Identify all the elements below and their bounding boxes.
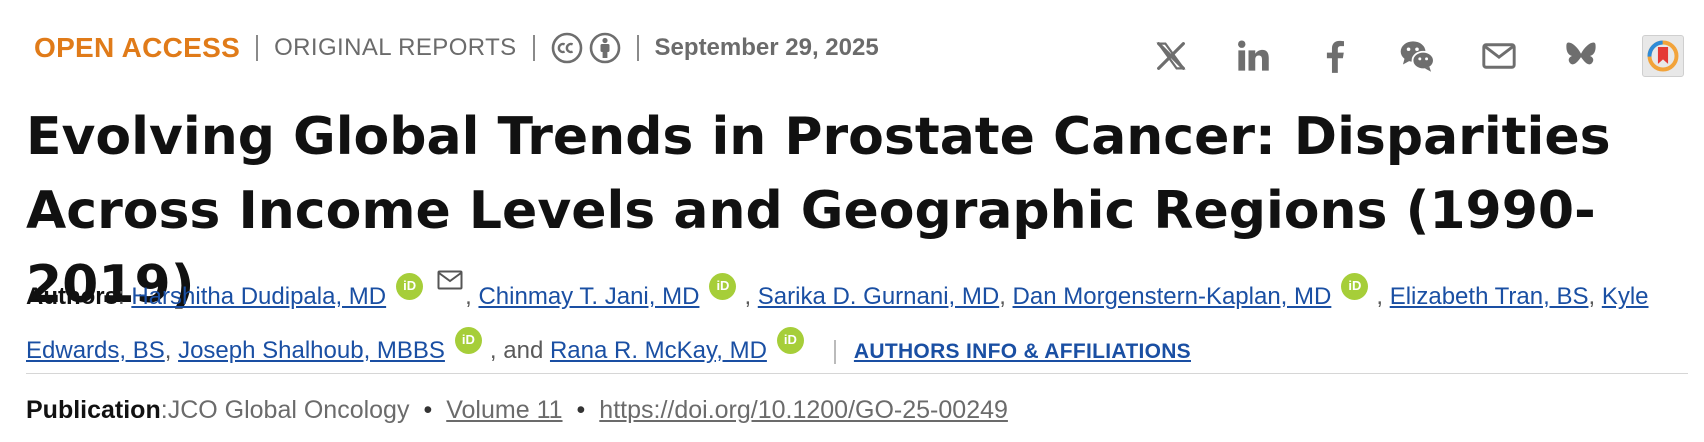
- author-link[interactable]: Elizabeth Tran, BS: [1390, 283, 1589, 310]
- author-link[interactable]: Rana R. McKay, MD: [550, 337, 767, 364]
- share-mendeley-button[interactable]: [1642, 35, 1684, 77]
- author-link[interactable]: Joseph Shalhoub, MBBS: [178, 337, 445, 364]
- section-divider: [26, 373, 1688, 374]
- author-separator: ,: [1588, 283, 1602, 310]
- open-access-label: OPEN ACCESS: [34, 32, 241, 63]
- linkedin-icon: [1238, 40, 1269, 71]
- author-separator: ,: [999, 283, 1013, 310]
- share-email-button[interactable]: [1478, 35, 1520, 77]
- publication-info: Publication: JCO Global Oncology • Volume …: [26, 393, 1008, 427]
- share-toolbar: [1150, 28, 1684, 84]
- share-wechat-button[interactable]: [1396, 35, 1438, 77]
- publication-colon: :: [160, 395, 168, 424]
- article-meta-row: OPEN ACCESS ORIGINAL REPORTS September 2…: [34, 26, 879, 70]
- author-link[interactable]: Sarika D. Gurnani, MD: [758, 283, 999, 310]
- author-separator: ,: [164, 337, 179, 364]
- publication-label: Publication: [26, 395, 161, 424]
- orcid-icon[interactable]: iD: [1341, 272, 1369, 300]
- x-icon: [1156, 42, 1186, 70]
- bluesky-icon: [1566, 42, 1596, 65]
- email-icon: [1482, 43, 1516, 69]
- author-separator: ,: [744, 283, 758, 310]
- orcid-icon[interactable]: iD: [776, 326, 804, 354]
- authors-info-affiliations-link[interactable]: AUTHORS INFO & AFFILIATIONS: [854, 340, 1191, 363]
- orcid-icon[interactable]: iD: [454, 326, 482, 354]
- share-linkedin-button[interactable]: [1232, 35, 1274, 77]
- doi-link[interactable]: https://doi.org/10.1200/GO-25-00249: [599, 396, 1008, 425]
- author-link[interactable]: Dan Morgenstern-Kaplan, MD: [1013, 283, 1332, 310]
- authors-label: Authors: [26, 283, 118, 310]
- corresponding-author-mail-icon[interactable]: [437, 270, 463, 290]
- article-header: OPEN ACCESS ORIGINAL REPORTS September 2…: [0, 0, 1704, 442]
- orcid-icon[interactable]: iD: [709, 272, 737, 300]
- orcid-icon[interactable]: iD: [396, 272, 424, 300]
- meta-separator: [256, 35, 259, 61]
- mendeley-icon: [1647, 40, 1679, 72]
- meta-separator: [636, 35, 639, 61]
- license-icons[interactable]: [551, 32, 621, 64]
- author-link[interactable]: Harshitha Dudipala, MD: [131, 283, 386, 310]
- attribution-icon[interactable]: [589, 32, 621, 64]
- wechat-icon: [1400, 41, 1435, 72]
- author-separator: ,: [1376, 283, 1390, 310]
- volume-link[interactable]: Volume 11: [446, 396, 562, 425]
- author-separator: , and: [489, 337, 550, 364]
- meta-separator: [532, 35, 535, 61]
- author-link[interactable]: Chinmay T. Jani, MD: [478, 283, 699, 310]
- bullet-separator: •: [576, 395, 586, 424]
- bullet-separator: •: [423, 395, 433, 424]
- publication-date: September 29, 2025: [654, 34, 879, 61]
- authors-list: Authors: Harshitha Dudipala, MD iD, Chinm…: [26, 270, 1686, 379]
- article-type-label: ORIGINAL REPORTS: [274, 34, 517, 61]
- share-x-button[interactable]: [1150, 35, 1192, 77]
- journal-name: JCO Global Oncology: [167, 395, 410, 424]
- facebook-icon: [1326, 40, 1344, 73]
- share-bluesky-button[interactable]: [1560, 35, 1602, 77]
- author-separator: ,: [465, 283, 479, 310]
- affiliations-separator: [833, 339, 836, 364]
- authors-colon: :: [118, 283, 132, 310]
- share-facebook-button[interactable]: [1314, 35, 1356, 77]
- creative-commons-icon[interactable]: [551, 32, 583, 64]
